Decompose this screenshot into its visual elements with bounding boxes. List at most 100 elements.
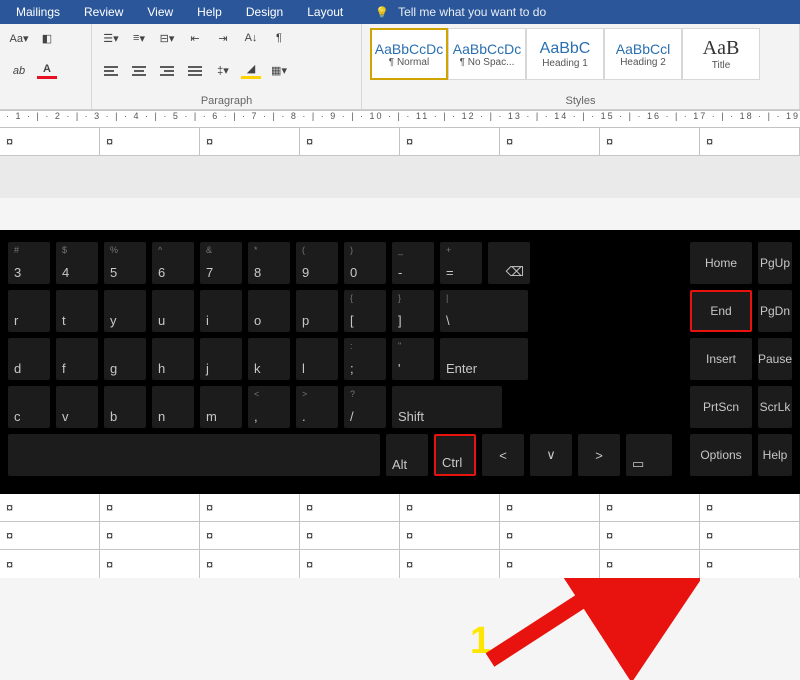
navkey-insert[interactable]: Insert [690, 338, 752, 380]
key-[interactable]: += [440, 242, 482, 284]
key-b[interactable]: b [104, 386, 146, 428]
line-spacing-button[interactable]: ‡▾ [212, 61, 234, 81]
table-cell[interactable]: ¤ [100, 128, 200, 155]
key-[interactable]: < [482, 434, 524, 476]
styles-gallery[interactable]: AaBbCcDc ¶ Normal AaBbCcDc ¶ No Spac... … [370, 28, 791, 80]
style-normal[interactable]: AaBbCcDc ¶ Normal [370, 28, 448, 80]
key-[interactable]: <, [248, 386, 290, 428]
navkey-options[interactable]: Options [690, 434, 752, 476]
table-cell[interactable]: ¤ [0, 128, 100, 155]
navkey-pgup[interactable]: PgUp [758, 242, 792, 284]
key-5[interactable]: %5 [104, 242, 146, 284]
table-cell[interactable]: ¤ [200, 128, 300, 155]
key-[interactable]: |\ [440, 290, 528, 332]
key-[interactable]: ▭ [626, 434, 672, 476]
key-[interactable]: ?/ [344, 386, 386, 428]
sort-button[interactable]: A↓ [240, 28, 262, 48]
key-4[interactable]: $4 [56, 242, 98, 284]
style-heading1[interactable]: AaBbC Heading 1 [526, 28, 604, 80]
table-cell[interactable]: ¤ [300, 494, 400, 521]
tell-me-search[interactable]: 💡 Tell me what you want to do [355, 5, 546, 19]
align-center-button[interactable] [128, 61, 150, 81]
key-alt[interactable]: Alt [386, 434, 428, 476]
table-cell[interactable]: ¤ [100, 494, 200, 521]
key-0[interactable]: )0 [344, 242, 386, 284]
key-3[interactable]: #3 [8, 242, 50, 284]
key-f[interactable]: f [56, 338, 98, 380]
table-cell[interactable]: ¤ [600, 550, 700, 578]
numbering-button[interactable]: ≡▾ [128, 28, 150, 48]
key-[interactable]: "' [392, 338, 434, 380]
key-l[interactable]: l [296, 338, 338, 380]
key-ctrl[interactable]: Ctrl [434, 434, 476, 476]
table-cell[interactable]: ¤ [700, 494, 800, 521]
key-enter[interactable]: Enter [440, 338, 528, 380]
style-title[interactable]: AaB Title [682, 28, 760, 80]
decrease-indent-button[interactable]: ⇤ [184, 28, 206, 48]
navkey-end[interactable]: End [690, 290, 752, 332]
table-cell[interactable]: ¤ [500, 128, 600, 155]
text-highlight-button[interactable]: ab [8, 61, 30, 81]
table-cell[interactable]: ¤ [0, 522, 100, 549]
key-p[interactable]: p [296, 290, 338, 332]
bullets-button[interactable]: ☰▾ [100, 28, 122, 48]
key-shift[interactable]: Shift [392, 386, 502, 428]
table-cell[interactable]: ¤ [500, 494, 600, 521]
table-cell[interactable]: ¤ [600, 128, 700, 155]
key-c[interactable]: c [8, 386, 50, 428]
table-cell[interactable]: ¤ [0, 494, 100, 521]
navkey-pause[interactable]: Pause [758, 338, 792, 380]
key-[interactable]: >. [296, 386, 338, 428]
table-cell[interactable]: ¤ [700, 550, 800, 578]
show-marks-button[interactable]: ¶ [268, 28, 290, 48]
key-r[interactable]: r [8, 290, 50, 332]
key-[interactable]: > [578, 434, 620, 476]
table-cell[interactable]: ¤ [100, 550, 200, 578]
key-[interactable]: _- [392, 242, 434, 284]
tab-layout[interactable]: Layout [295, 0, 355, 24]
shading-button[interactable]: ◢ [240, 61, 262, 81]
table-cell[interactable]: ¤ [700, 128, 800, 155]
clear-formatting-button[interactable]: ◧ [36, 28, 58, 48]
multilevel-list-button[interactable]: ⊟▾ [156, 28, 178, 48]
table-cell[interactable]: ¤ [200, 494, 300, 521]
key-k[interactable]: k [248, 338, 290, 380]
key-t[interactable]: t [56, 290, 98, 332]
horizontal-ruler[interactable]: · 1 · | · 2 · | · 3 · | · 4 · | · 5 · | … [0, 110, 800, 128]
tab-design[interactable]: Design [234, 0, 295, 24]
table-cell[interactable]: ¤ [300, 128, 400, 155]
justify-button[interactable] [184, 61, 206, 81]
key-[interactable]: {[ [344, 290, 386, 332]
navkey-prtscn[interactable]: PrtScn [690, 386, 752, 428]
key-h[interactable]: h [152, 338, 194, 380]
key-m[interactable]: m [200, 386, 242, 428]
table-cell[interactable]: ¤ [400, 550, 500, 578]
key-6[interactable]: ^6 [152, 242, 194, 284]
navkey-pgdn[interactable]: PgDn [758, 290, 792, 332]
key-[interactable]: ∨ [530, 434, 572, 476]
table-cell[interactable]: ¤ [300, 550, 400, 578]
key-u[interactable]: u [152, 290, 194, 332]
table-cell[interactable]: ¤ [400, 128, 500, 155]
table-cell[interactable]: ¤ [0, 550, 100, 578]
key-[interactable]: :; [344, 338, 386, 380]
key-y[interactable]: y [104, 290, 146, 332]
borders-button[interactable]: ▦▾ [268, 61, 290, 81]
navkey-home[interactable]: Home [690, 242, 752, 284]
table-cell[interactable]: ¤ [500, 550, 600, 578]
style-heading2[interactable]: AaBbCcl Heading 2 [604, 28, 682, 80]
key-v[interactable]: v [56, 386, 98, 428]
tab-review[interactable]: Review [72, 0, 135, 24]
tab-mailings[interactable]: Mailings [4, 0, 72, 24]
align-left-button[interactable] [100, 61, 122, 81]
key-d[interactable]: d [8, 338, 50, 380]
navkey-help[interactable]: Help [758, 434, 792, 476]
table-cell[interactable]: ¤ [700, 522, 800, 549]
key-n[interactable]: n [152, 386, 194, 428]
navkey-scrlk[interactable]: ScrLk [758, 386, 792, 428]
key-backspace[interactable]: ⌫ [488, 242, 530, 284]
align-right-button[interactable] [156, 61, 178, 81]
table-cell[interactable]: ¤ [600, 494, 700, 521]
key-7[interactable]: &7 [200, 242, 242, 284]
key-[interactable]: }] [392, 290, 434, 332]
